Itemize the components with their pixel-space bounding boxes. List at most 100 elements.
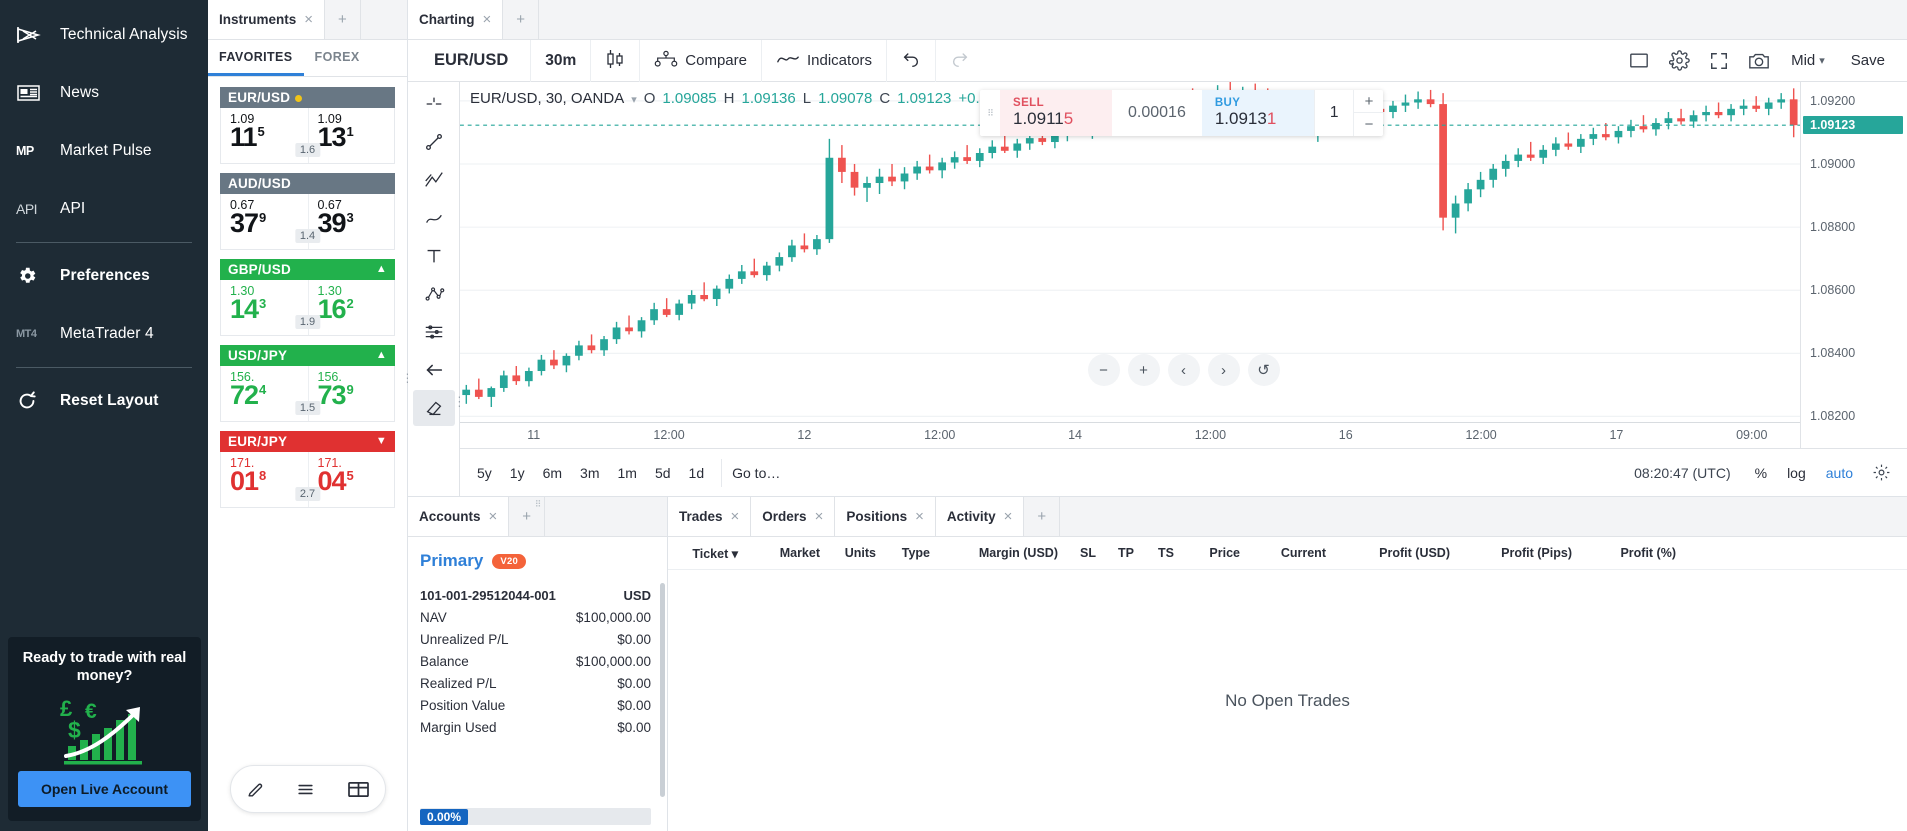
tab-instruments[interactable]: Instruments ×: [208, 0, 326, 39]
quantity-increment-button[interactable]: +: [1354, 90, 1384, 113]
auto-scale-button[interactable]: auto: [1816, 459, 1863, 487]
column-header[interactable]: Ticket ▾: [678, 546, 752, 561]
sidebar-item-technical-analysis[interactable]: Technical Analysis: [0, 6, 208, 64]
chart-type-button[interactable]: [591, 39, 641, 82]
brush-icon[interactable]: [413, 200, 455, 236]
open-live-account-button[interactable]: Open Live Account: [18, 771, 191, 807]
log-scale-button[interactable]: log: [1777, 459, 1816, 487]
add-chart-tab-button[interactable]: +: [503, 0, 540, 39]
metric-label: Balance: [420, 653, 469, 669]
timeframe-button-1y[interactable]: 1y: [501, 459, 534, 487]
undo-button[interactable]: [887, 39, 937, 82]
chart-footer-settings-button[interactable]: [1863, 455, 1899, 491]
arrow-icon[interactable]: [413, 352, 455, 388]
close-icon[interactable]: ×: [489, 508, 498, 525]
sidebar-item-preferences[interactable]: Preferences: [0, 247, 208, 305]
goto-button[interactable]: Go to…: [721, 458, 790, 487]
timeframe-selector[interactable]: 30m: [531, 39, 592, 82]
percent-scale-button[interactable]: %: [1745, 459, 1777, 487]
edit-icon[interactable]: [246, 780, 265, 799]
ask-big-digits: 73: [317, 380, 347, 410]
timeframe-button-3m[interactable]: 3m: [571, 459, 608, 487]
pitchfork-icon[interactable]: [413, 162, 455, 198]
buy-button[interactable]: BUY 1.09131: [1201, 90, 1314, 136]
ask-price-cell[interactable]: 171. 04 5: [307, 452, 395, 507]
ask-price-cell[interactable]: 1.09 13 1: [307, 108, 395, 163]
time-axis[interactable]: 11 12:00 12 12:00 14 12:00 16 12:00 17 09:00: [460, 422, 1800, 448]
tab-charting[interactable]: Charting ×: [408, 0, 504, 39]
timeframe-button-5d[interactable]: 5d: [646, 459, 680, 487]
add-instruments-tab-button[interactable]: +: [325, 0, 361, 39]
close-icon[interactable]: ×: [304, 11, 313, 28]
trend-line-icon[interactable]: [413, 124, 455, 160]
bid-big-digits: 14: [230, 294, 259, 324]
measure-icon[interactable]: [413, 314, 455, 350]
instrument-tile[interactable]: EUR/JPY ▼ 171. 01 8 171. 04 5 2.7: [220, 431, 395, 508]
timeframe-button-5y[interactable]: 5y: [468, 459, 501, 487]
text-icon[interactable]: [413, 238, 455, 274]
quantity-decrement-button[interactable]: −: [1354, 113, 1383, 136]
screenshot-button[interactable]: [1741, 43, 1777, 79]
ask-price-cell[interactable]: 156. 73 9: [307, 366, 395, 421]
drag-handle-icon[interactable]: ⠿: [980, 90, 1000, 136]
chevron-down-icon[interactable]: ▾: [631, 93, 637, 106]
instrument-tile-header: EUR/USD: [220, 87, 395, 108]
close-icon[interactable]: ×: [731, 508, 740, 525]
scroll-left-button[interactable]: ‹: [1167, 354, 1200, 386]
ask-price-cell[interactable]: 1.30 16 2: [307, 280, 395, 335]
quantity-input[interactable]: 1: [1313, 90, 1354, 136]
price-axis[interactable]: 1.09200 1.09000 1.08800 1.08600 1.08400 1.082…: [1800, 82, 1907, 448]
sidebar-item-market-pulse[interactable]: MP Market Pulse: [0, 122, 208, 180]
close-icon[interactable]: ×: [815, 508, 824, 525]
account-name[interactable]: Primary: [420, 551, 483, 571]
compare-button[interactable]: Compare: [640, 39, 762, 82]
legend-symbol[interactable]: EUR/USD, 30, OANDA: [470, 90, 624, 107]
zoom-out-button[interactable]: −: [1087, 354, 1120, 386]
sidebar-item-metatrader-4[interactable]: MT4 MetaTrader 4: [0, 305, 208, 363]
indicators-button[interactable]: Indicators: [762, 39, 888, 82]
instrument-tile[interactable]: EUR/USD 1.09 11 5 1.09 13 1 1.6: [220, 87, 395, 164]
sidebar-item-news[interactable]: News: [0, 64, 208, 122]
fullscreen-button[interactable]: [1701, 43, 1737, 79]
price-mode-selector[interactable]: Mid ▾: [1781, 52, 1835, 69]
panel-resize-grip[interactable]: ⠿: [535, 499, 542, 510]
sidebar-item-reset-layout[interactable]: Reset Layout: [0, 372, 208, 430]
ask-price-cell[interactable]: 0.67 39 3: [307, 194, 395, 249]
tab-activity[interactable]: Activity ×: [935, 497, 1025, 536]
chart-settings-button[interactable]: [1661, 43, 1697, 79]
close-icon[interactable]: ×: [1004, 508, 1013, 525]
scroll-right-button[interactable]: ›: [1207, 354, 1240, 386]
crosshair-icon[interactable]: [413, 86, 455, 122]
instrument-tile[interactable]: AUD/USD 0.67 37 9 0.67 39 3 1.4: [220, 173, 395, 250]
candlestick-plot[interactable]: [460, 82, 1800, 448]
subtab-favorites[interactable]: FAVORITES: [208, 40, 304, 76]
grid-view-icon[interactable]: [347, 780, 370, 799]
list-view-icon[interactable]: [295, 780, 316, 799]
tab-trades[interactable]: Trades ×: [668, 497, 752, 536]
tab-positions[interactable]: Positions ×: [835, 497, 936, 536]
close-icon[interactable]: ×: [915, 508, 924, 525]
reset-chart-button[interactable]: ↺: [1247, 354, 1280, 386]
add-trades-tab-button[interactable]: +: [1024, 497, 1061, 536]
instrument-tile[interactable]: USD/JPY ▲ 156. 72 4 156. 73 9 1.5: [220, 345, 395, 422]
symbol-selector[interactable]: EUR/USD: [412, 39, 532, 82]
zoom-in-button[interactable]: +: [1127, 354, 1160, 386]
layout-button[interactable]: [1621, 43, 1657, 79]
timeframe-button-1d[interactable]: 1d: [680, 459, 714, 487]
pattern-icon[interactable]: [413, 276, 455, 312]
accounts-scrollbar[interactable]: [660, 583, 665, 797]
sidebar-item-api[interactable]: API API: [0, 180, 208, 238]
sell-button[interactable]: SELL 1.09115: [1000, 90, 1112, 136]
tab-orders[interactable]: Orders ×: [751, 497, 836, 536]
close-icon[interactable]: ×: [483, 11, 492, 28]
redo-button[interactable]: [936, 40, 984, 82]
instrument-tile[interactable]: GBP/USD ▲ 1.30 14 3 1.30 16 2 1.9: [220, 259, 395, 336]
metric-value: $0.00: [617, 697, 651, 713]
save-chart-button[interactable]: Save: [1839, 52, 1897, 69]
instrument-tile-body: 1.09 11 5 1.09 13 1 1.6: [220, 108, 395, 164]
eraser-icon[interactable]: [412, 390, 455, 426]
tab-accounts[interactable]: Accounts ×: [408, 497, 510, 536]
timeframe-button-1m[interactable]: 1m: [609, 459, 646, 487]
timeframe-button-6m[interactable]: 6m: [534, 459, 571, 487]
subtab-forex[interactable]: FOREX: [304, 40, 371, 76]
